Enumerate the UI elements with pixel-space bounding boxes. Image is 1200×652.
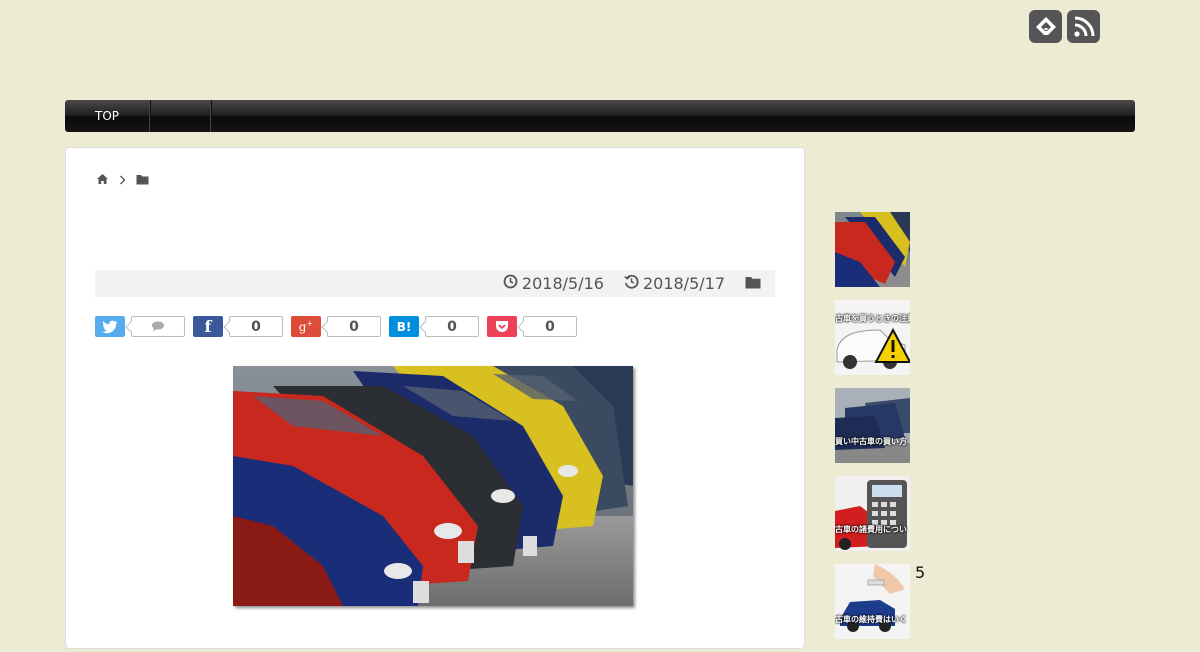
breadcrumb	[96, 170, 149, 189]
folder-icon[interactable]	[136, 170, 149, 189]
article-card: 2018/5/16 2018/5/17 f 0 g+ 0 B! 0 0	[65, 147, 805, 649]
nav-item-top[interactable]: TOP	[65, 100, 151, 132]
sidebar-thumb-4-caption: 古車の諸費用につい	[835, 525, 907, 534]
pocket-count[interactable]: 0	[523, 316, 577, 337]
facebook-count[interactable]: 0	[229, 316, 283, 337]
sidebar-thumb-4[interactable]: 古車の諸費用につい	[835, 476, 910, 551]
hatena-count[interactable]: 0	[425, 316, 479, 337]
global-nav: TOP	[65, 100, 1135, 132]
twitter-icon	[102, 320, 118, 333]
chevron-right-icon	[119, 170, 126, 189]
feedly-icon[interactable]	[1029, 10, 1062, 43]
twitter-count[interactable]	[131, 316, 185, 337]
sidebar-popular: 古車を買うときの注意 買い中古車の買い方 古車の諸費用につい 古車の維持費はいく	[835, 212, 910, 652]
pocket-icon	[496, 321, 508, 332]
header-icons	[1029, 10, 1100, 43]
pocket-share: 0	[487, 316, 577, 337]
ranking-number: 5	[915, 563, 926, 582]
category-link[interactable]	[745, 274, 761, 293]
updated-date: 2018/5/17	[624, 274, 725, 293]
twitter-button[interactable]	[95, 316, 125, 337]
home-icon[interactable]	[96, 170, 109, 189]
sidebar-thumb-5[interactable]: 古車の維持費はいく	[835, 564, 910, 639]
hatena-share: B! 0	[389, 316, 479, 337]
sidebar-thumb-2[interactable]: 古車を買うときの注意	[835, 300, 910, 375]
hatena-icon: B!	[396, 319, 412, 334]
sidebar-thumb-3-caption: 買い中古車の買い方	[835, 437, 907, 446]
googleplus-share: g+ 0	[291, 316, 381, 337]
facebook-icon: f	[204, 317, 212, 336]
sidebar-thumb-5-caption: 古車の維持費はいく	[835, 615, 907, 624]
clock-icon	[503, 274, 518, 293]
sidebar-thumb-2-caption: 古車を買うときの注意	[835, 314, 910, 323]
share-buttons: f 0 g+ 0 B! 0 0	[95, 316, 577, 337]
comment-icon	[152, 321, 164, 332]
published-date: 2018/5/16	[503, 274, 604, 293]
twitter-share	[95, 316, 185, 337]
nav-item-blank[interactable]	[150, 100, 212, 132]
rss-icon[interactable]	[1067, 10, 1100, 43]
facebook-button[interactable]: f	[193, 316, 223, 337]
history-icon	[624, 274, 639, 293]
sidebar-thumb-1[interactable]	[835, 212, 910, 287]
hatena-button[interactable]: B!	[389, 316, 419, 337]
published-date-text: 2018/5/16	[521, 274, 604, 293]
facebook-share: f 0	[193, 316, 283, 337]
googleplus-button[interactable]: g+	[291, 316, 321, 337]
updated-date-text: 2018/5/17	[642, 274, 725, 293]
sidebar-thumb-3[interactable]: 買い中古車の買い方	[835, 388, 910, 463]
pocket-button[interactable]	[487, 316, 517, 337]
article-hero-image	[233, 366, 633, 606]
folder-icon	[745, 274, 761, 293]
googleplus-count[interactable]: 0	[327, 316, 381, 337]
post-meta: 2018/5/16 2018/5/17	[95, 270, 775, 297]
googleplus-icon: g+	[298, 319, 314, 334]
